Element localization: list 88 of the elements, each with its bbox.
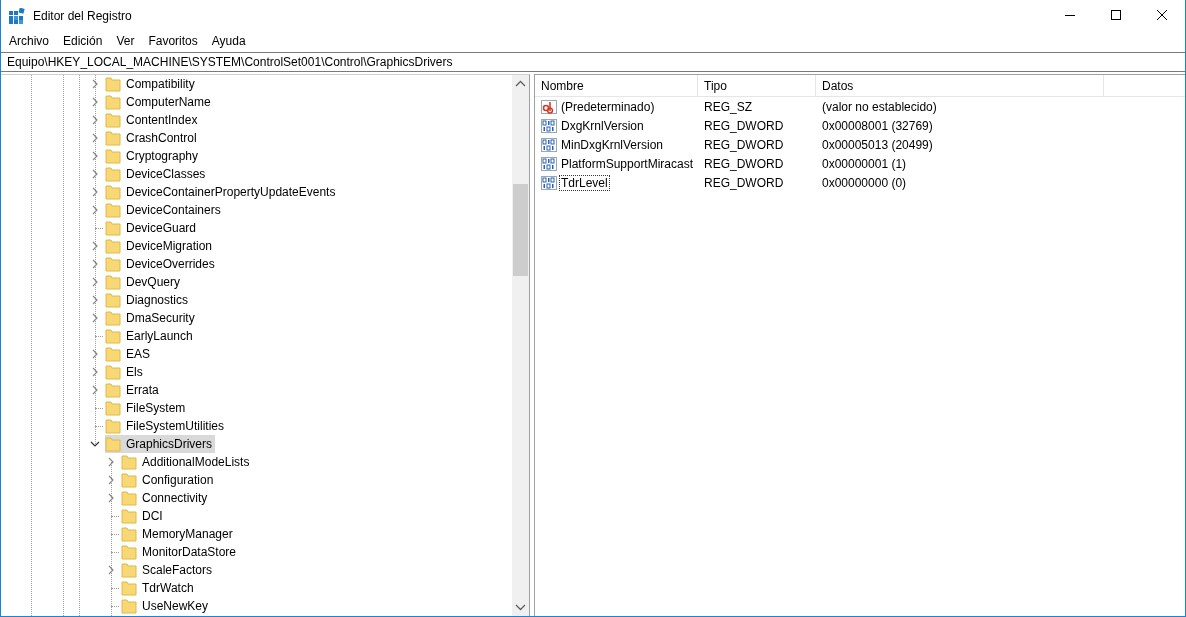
registry-icon (9, 7, 25, 24)
folder-icon (105, 346, 121, 362)
tree-item[interactable]: Cryptography (105, 147, 202, 165)
folder-icon (105, 310, 121, 326)
table-cell-text: 0x00000001 (1) (821, 156, 908, 171)
folder-icon (105, 184, 121, 200)
tree-item[interactable]: MemoryManager (121, 525, 236, 543)
tree-item[interactable]: DeviceClasses (105, 165, 209, 183)
tree-item[interactable]: FileSystem (105, 399, 189, 417)
folder-icon (105, 202, 121, 218)
folder-icon (121, 598, 137, 614)
tree-item[interactable]: GraphicsDrivers (105, 435, 215, 453)
tree-item[interactable]: AdditionalModeLists (121, 453, 253, 471)
folder-icon (105, 130, 121, 146)
table-cell-text: REG_DWORD (703, 137, 785, 152)
folder-icon (105, 220, 121, 236)
table-cell-text: REG_SZ (703, 99, 753, 114)
folder-icon (105, 76, 121, 92)
tree-item[interactable]: DeviceMigration (105, 237, 216, 255)
tree-item[interactable]: DCI (121, 507, 166, 525)
address-field[interactable]: Equipo\HKEY_LOCAL_MACHINE\SYSTEM\ControlSet001\Control\GraphicsDrivers (1, 52, 1185, 72)
folder-icon (121, 580, 137, 596)
scroll-thumb[interactable] (513, 184, 528, 276)
folder-icon (105, 274, 121, 290)
folder-icon (121, 472, 137, 488)
tree-item[interactable]: DeviceGuard (105, 219, 200, 237)
close-icon (1157, 10, 1167, 20)
tree-item[interactable]: FileSystemUtilities (105, 417, 227, 435)
tree-item[interactable]: DeviceOverrides (105, 255, 218, 273)
table-cell-text: 0x00005013 (20499) (821, 137, 934, 152)
maximize-icon (1111, 10, 1121, 20)
tree-item[interactable]: ScaleFactors (121, 561, 216, 579)
tree-item[interactable]: MonitorDataStore (121, 543, 240, 561)
tree-item[interactable]: EarlyLaunch (105, 327, 196, 345)
table-cell-text: (valor no establecido) (821, 99, 938, 114)
menu-item[interactable]: Edición (56, 34, 110, 48)
menu-item[interactable]: Favoritos (141, 34, 205, 48)
tree-item[interactable]: ContentIndex (105, 111, 201, 129)
folder-icon (121, 544, 137, 560)
folder-icon (105, 256, 121, 272)
tree-item[interactable]: Errata (105, 381, 162, 399)
table-cell-text: 0x00008001 (32769) (821, 118, 934, 133)
tree-item[interactable]: DeviceContainers (105, 201, 224, 219)
tree-item[interactable]: Compatibility (105, 75, 198, 93)
value-name[interactable]: PlatformSupportMiracast (559, 155, 696, 172)
tree-item[interactable]: Els (105, 363, 146, 381)
table-cell-text: REG_DWORD (703, 118, 785, 133)
value-name[interactable]: DxgKrnlVersion (559, 117, 646, 134)
column-header[interactable]: Datos (816, 75, 1104, 96)
table-cell-text: REG_DWORD (703, 156, 785, 171)
folder-icon (105, 112, 121, 128)
folder-icon (121, 490, 137, 506)
tree-item[interactable]: DeviceContainerPropertyUpdateEvents (105, 183, 339, 201)
table-cell-text: 0x00000000 (0) (821, 175, 908, 190)
tree-item[interactable]: DevQuery (105, 273, 184, 291)
tree-item[interactable]: CrashControl (105, 129, 200, 147)
folder-icon (105, 148, 121, 164)
value-name[interactable]: (Predeterminado) (559, 98, 657, 115)
folder-icon (105, 292, 121, 308)
folder-icon (121, 526, 137, 542)
tree-item[interactable]: Configuration (121, 471, 217, 489)
scrollbar[interactable] (512, 75, 529, 616)
menu-item[interactable]: Archivo (2, 34, 56, 48)
folder-icon (105, 400, 121, 416)
folder-icon (105, 436, 121, 452)
menu-item[interactable]: Ver (109, 34, 142, 48)
tree-item[interactable]: EAS (105, 345, 153, 363)
value-name[interactable]: TdrLevel (559, 174, 610, 191)
column-header[interactable]: Nombre (535, 75, 698, 96)
window-title: Editor del Registro (33, 8, 132, 23)
value-name[interactable]: MinDxgKrnlVersion (559, 136, 666, 153)
folder-icon (105, 94, 121, 110)
table-cell-text: REG_DWORD (703, 175, 785, 190)
folder-icon (105, 382, 121, 398)
column-header[interactable]: Tipo (698, 75, 816, 96)
folder-icon (105, 328, 121, 344)
tree-item[interactable]: Connectivity (121, 489, 211, 507)
folder-icon (121, 562, 137, 578)
tree-item[interactable]: TdrWatch (121, 579, 197, 597)
tree-item[interactable]: DmaSecurity (105, 309, 198, 327)
folder-icon (105, 166, 121, 182)
tree-item[interactable]: Diagnostics (105, 291, 192, 309)
tree-item[interactable]: ComputerName (105, 93, 214, 111)
menu-item[interactable]: Ayuda (204, 34, 253, 48)
folder-icon (105, 364, 121, 380)
tree-item[interactable]: UseNewKey (121, 597, 212, 615)
folder-icon (121, 508, 137, 524)
folder-icon (105, 238, 121, 254)
